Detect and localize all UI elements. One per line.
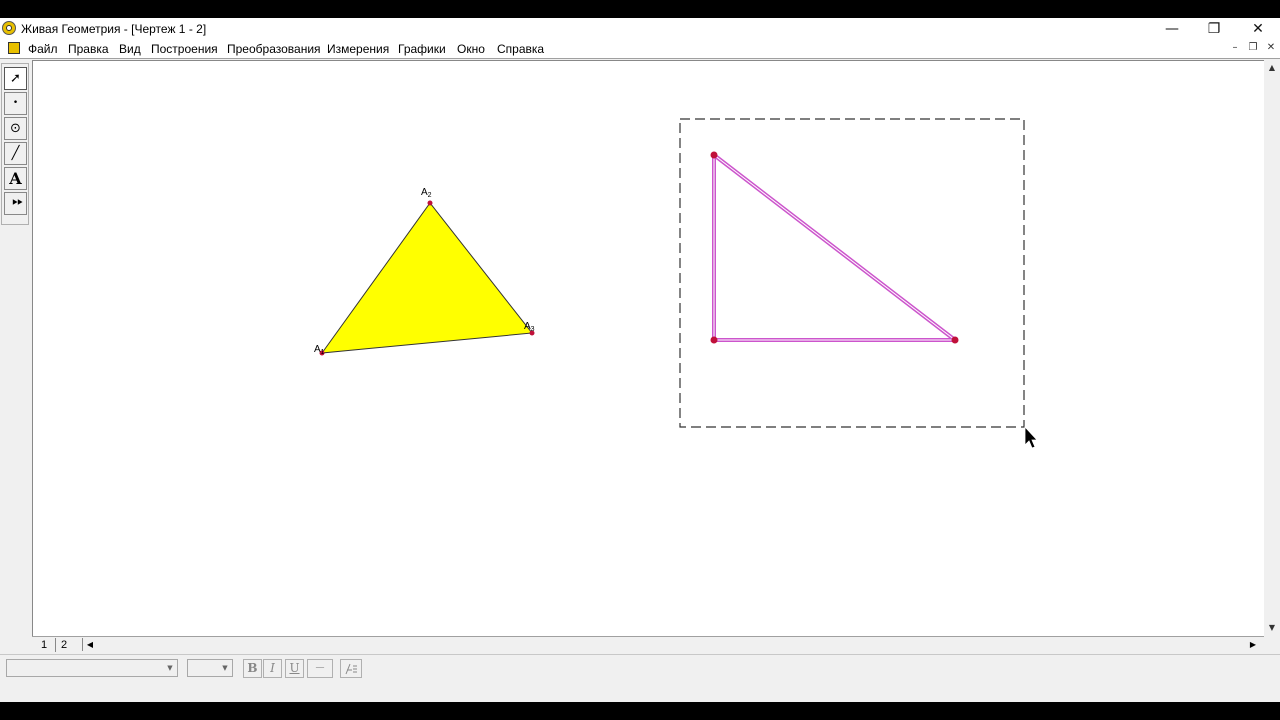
- label-a2[interactable]: A2: [421, 187, 432, 199]
- menu-file[interactable]: Файл: [28, 42, 58, 56]
- scroll-up-arrow[interactable]: ▲: [1264, 60, 1280, 76]
- symbol-palette-button[interactable]: [340, 659, 362, 678]
- doc-restore-button[interactable]: ❐: [1246, 41, 1260, 55]
- document-icon[interactable]: [8, 42, 20, 54]
- compass-tool-icon[interactable]: ⊙: [4, 117, 27, 140]
- chevron-down-icon[interactable]: ▼: [164, 661, 176, 675]
- app-window: Живая Геометрия - [Чертеж 1 - 2] — ❐ ✕ Ф…: [0, 18, 1280, 702]
- app-logo-icon[interactable]: [2, 21, 16, 35]
- menu-graph[interactable]: Графики: [398, 42, 446, 56]
- drawing-canvas[interactable]: A1 A2 A3: [32, 60, 1264, 637]
- label-a3[interactable]: A3: [524, 321, 535, 333]
- menu-edit[interactable]: Правка: [68, 42, 109, 56]
- restore-button[interactable]: ❐: [1192, 18, 1236, 40]
- menu-help[interactable]: Справка: [497, 42, 544, 56]
- close-button[interactable]: ✕: [1236, 18, 1280, 40]
- label-a1[interactable]: A1: [314, 344, 325, 356]
- bold-button[interactable]: B: [243, 659, 262, 678]
- point-top[interactable]: [710, 151, 718, 159]
- window-title: Живая Геометрия - [Чертеж 1 - 2]: [21, 22, 207, 36]
- font-family-select[interactable]: ▼: [6, 659, 178, 677]
- arrow-select-icon[interactable]: ➚: [4, 67, 27, 90]
- page-tab-bar: 1 2 ◀ ▶: [32, 636, 1264, 652]
- mouse-cursor-icon: [1024, 425, 1038, 449]
- title-bar[interactable]: Живая Геометрия - [Чертеж 1 - 2] — ❐ ✕: [0, 18, 1280, 40]
- selected-triangle[interactable]: [710, 151, 959, 344]
- doc-minimize-button[interactable]: –: [1228, 41, 1242, 55]
- scroll-left-arrow[interactable]: ◀: [82, 638, 97, 651]
- point-tool-icon[interactable]: •: [4, 92, 27, 115]
- custom-tool-icon[interactable]: ⯈⯈: [4, 192, 27, 215]
- menu-bar: Файл Правка Вид Построения Преобразовани…: [0, 40, 1280, 58]
- segment-hypotenuse-core: [713, 154, 956, 341]
- straightedge-tool-icon[interactable]: ╱: [4, 142, 27, 165]
- point-right[interactable]: [951, 336, 959, 344]
- font-size-select[interactable]: ▼: [187, 659, 233, 677]
- menu-transform[interactable]: Преобразования: [227, 42, 321, 56]
- menu-separator: [0, 58, 1280, 59]
- triangle-a1a2a3[interactable]: [320, 202, 533, 354]
- sketch-svg[interactable]: A1 A2 A3: [33, 61, 1265, 638]
- menu-measure[interactable]: Измерения: [327, 42, 389, 56]
- point-corner[interactable]: [710, 336, 718, 344]
- page-tab-2[interactable]: 2: [55, 638, 72, 652]
- scroll-right-arrow[interactable]: ▶: [1246, 638, 1260, 651]
- menu-construct[interactable]: Построения: [151, 42, 218, 56]
- selection-marquee: [679, 118, 1025, 428]
- underline-button[interactable]: U: [285, 659, 304, 678]
- line-style-button[interactable]: —: [307, 659, 333, 678]
- page-tab-1[interactable]: 1: [36, 638, 52, 652]
- symbol-palette-icon: [345, 663, 357, 675]
- doc-close-button[interactable]: ✕: [1264, 41, 1278, 55]
- chevron-down-icon[interactable]: ▼: [219, 661, 231, 675]
- italic-button[interactable]: I: [263, 659, 282, 678]
- minimize-button[interactable]: —: [1150, 18, 1194, 40]
- menu-view[interactable]: Вид: [119, 42, 141, 56]
- text-tool-icon[interactable]: A: [4, 167, 27, 190]
- scroll-down-arrow[interactable]: ▼: [1264, 620, 1280, 636]
- vertical-scrollbar[interactable]: ▲ ▼: [1264, 60, 1280, 634]
- status-bar: [0, 682, 1280, 702]
- point-a2[interactable]: [427, 200, 433, 206]
- text-format-toolbar: ▼ ▼ B I U —: [0, 654, 1280, 683]
- toolbox: ➚ • ⊙ ╱ A ⯈⯈: [1, 63, 29, 225]
- menu-window[interactable]: Окно: [457, 42, 485, 56]
